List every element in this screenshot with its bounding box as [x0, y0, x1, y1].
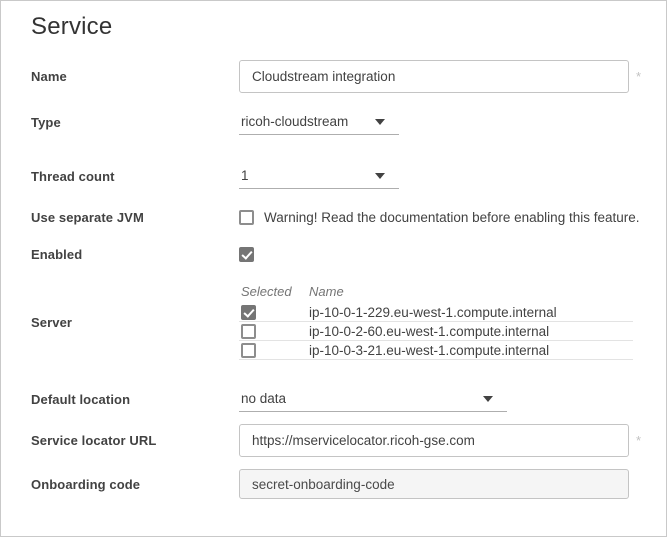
name-label: Name: [31, 69, 67, 84]
jvm-warning-text: Warning! Read the documentation before e…: [264, 210, 640, 225]
server-name: ip-10-0-3-21.eu-west-1.compute.internal: [309, 342, 550, 358]
table-row: ip-10-0-2-60.eu-west-1.compute.internal: [239, 322, 633, 341]
default-location-label: Default location: [31, 391, 131, 407]
default-location-select[interactable]: no data: [239, 386, 507, 412]
thread-count-row: Thread count 1: [31, 163, 666, 189]
type-row: Type ricoh-cloudstream: [31, 109, 666, 135]
default-location-select-value: no data: [241, 391, 287, 406]
enabled-checkbox[interactable]: [239, 247, 254, 262]
dropdown-arrow-icon: [375, 118, 385, 125]
enabled-row: Enabled: [31, 247, 666, 262]
service-locator-url-row: Service locator URL *: [31, 424, 666, 457]
use-separate-jvm-row: Use separate JVM Warning! Read the docum…: [31, 210, 666, 225]
type-select-value: ricoh-cloudstream: [241, 114, 349, 129]
onboarding-code-label: Onboarding code: [31, 476, 141, 492]
type-select[interactable]: ricoh-cloudstream: [239, 109, 399, 135]
dropdown-arrow-icon: [375, 172, 385, 179]
server-table: Selected Name ip-10-0-1-229.eu-west-1.co…: [239, 284, 633, 360]
column-header-name: Name: [309, 284, 344, 299]
server-row-checkbox[interactable]: [241, 323, 256, 339]
use-separate-jvm-label: Use separate JVM: [31, 210, 144, 225]
server-name: ip-10-0-2-60.eu-west-1.compute.internal: [309, 323, 550, 339]
onboarding-code-input: [239, 469, 629, 499]
server-table-header: Selected Name: [239, 284, 633, 300]
page-title: Service: [31, 13, 113, 40]
dropdown-arrow-icon: [483, 395, 493, 402]
table-row: ip-10-0-1-229.eu-west-1.compute.internal: [239, 303, 633, 322]
server-row-checkbox[interactable]: [241, 342, 256, 358]
use-separate-jvm-checkbox[interactable]: [239, 210, 254, 225]
required-marker: *: [636, 69, 642, 84]
thread-count-select[interactable]: 1: [239, 163, 399, 189]
enabled-label: Enabled: [31, 247, 83, 262]
service-locator-url-label: Service locator URL: [31, 433, 157, 448]
server-row: Server Selected Name ip-10-0-1-229.eu-we…: [31, 284, 666, 360]
type-label: Type: [31, 114, 61, 130]
server-label: Server: [31, 314, 73, 330]
service-form-panel: Service Name * Type ricoh-cloudstream Th…: [0, 0, 667, 537]
required-marker: *: [636, 433, 642, 448]
thread-count-select-value: 1: [241, 168, 249, 183]
name-input[interactable]: [239, 60, 629, 93]
column-header-selected: Selected: [241, 284, 292, 299]
name-row: Name *: [31, 60, 666, 93]
server-row-checkbox[interactable]: [241, 304, 256, 320]
default-location-row: Default location no data: [31, 386, 666, 412]
server-name: ip-10-0-1-229.eu-west-1.compute.internal: [309, 304, 557, 320]
table-row: ip-10-0-3-21.eu-west-1.compute.internal: [239, 341, 633, 360]
onboarding-code-row: Onboarding code: [31, 469, 666, 499]
thread-count-label: Thread count: [31, 168, 115, 184]
service-locator-url-input[interactable]: [239, 424, 629, 457]
